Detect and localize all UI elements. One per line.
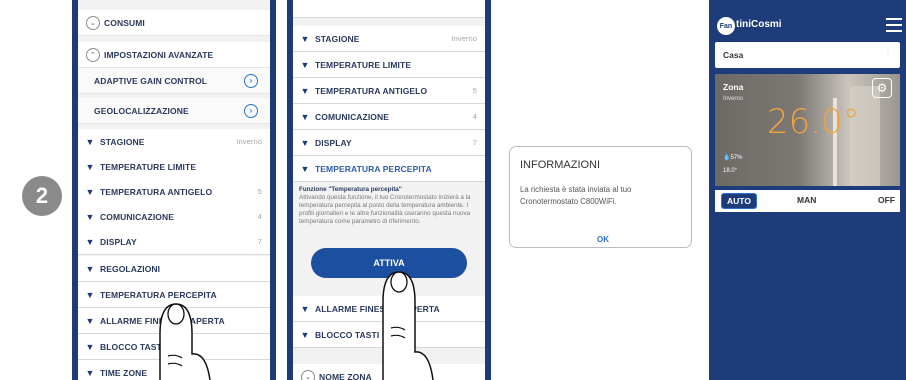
row-label: TEMPERATURA ANTIGELO	[315, 85, 428, 96]
mode-selector: AUTO MAN OFF	[715, 190, 900, 212]
row-temperatura-antigelo[interactable]: ▼ TEMPERATURA ANTIGELO 5	[293, 78, 485, 104]
tap-hand-icon	[382, 271, 434, 380]
row-value: 4	[472, 112, 477, 121]
row-value: 5	[257, 187, 262, 196]
zone-title: Zona	[723, 82, 744, 92]
description-title: Funzione "Temperatura percepita"	[299, 186, 402, 193]
row-value: 7	[472, 138, 477, 147]
chevron-down-icon: ▼	[300, 33, 310, 44]
row-label: COMUNICAZIONE	[315, 111, 390, 122]
home-selector[interactable]: Casa ⋮	[715, 42, 900, 68]
row-geolocalizzazione[interactable]: GEOLOCALIZZAZIONE ›	[78, 98, 270, 124]
humidity-readout: 💧57%	[723, 155, 743, 161]
gear-icon[interactable]: ⚙	[872, 78, 892, 98]
row-label: STAGIONE	[100, 136, 145, 147]
chevron-down-icon: ▼	[85, 367, 95, 378]
row-label: COMUNICAZIONE	[100, 211, 175, 222]
chevron-down-icon: ▼	[300, 85, 310, 96]
settings-screen-percepita: ▼ STAGIONE Inverno ▼ TEMPERATURE LIMITE …	[287, 0, 491, 380]
row-adaptive-gain-control[interactable]: ADAPTIVE GAIN CONTROL ›	[78, 68, 270, 94]
zone-card[interactable]: Zona Inverno ⚙ 26.0° 💧57% 18.0°	[715, 74, 900, 186]
row-comunicazione[interactable]: ▼ COMUNICAZIONE 4	[78, 204, 270, 230]
row-label: STAGIONE	[315, 33, 360, 44]
chevron-down-icon: ▼	[85, 136, 95, 147]
brand-logo: Fan	[717, 17, 735, 35]
home-selector-label: Casa	[723, 50, 744, 60]
row-label: CONSUMI	[104, 17, 145, 28]
chevron-right-icon[interactable]: ›	[244, 103, 258, 118]
chevron-down-icon: ▼	[85, 211, 95, 222]
description-body: Attivando questa funzione, il tuo Cronot…	[299, 194, 471, 225]
row-impostazioni-avanzate[interactable]: ⌃ IMPOSTAZIONI AVANZATE	[78, 42, 270, 68]
settings-screen-advanced: ⌄ CONSUMI ⌃ IMPOSTAZIONI AVANZATE ADAPTI…	[72, 0, 276, 380]
row-label: REGOLAZIONI	[100, 263, 161, 274]
temperature-readout: 26.0°	[767, 102, 860, 142]
feature-description: Funzione "Temperatura percepita" Attivan…	[299, 186, 479, 226]
tap-hand-icon	[159, 303, 211, 380]
mode-man-button[interactable]: MAN	[797, 195, 816, 205]
chevron-down-icon: ▼	[85, 341, 95, 352]
row-label: TEMPERATURA ANTIGELO	[100, 186, 213, 197]
home-screen: Fan tiniCosmi Casa ⋮ Zona Inverno ⚙ 26.0…	[709, 0, 906, 380]
chevron-down-icon: ▼	[85, 236, 95, 247]
info-dialog: INFORMAZIONI La richiesta è stata inviat…	[509, 146, 692, 248]
mode-auto-button[interactable]: AUTO	[721, 193, 757, 209]
hamburger-menu-icon[interactable]	[886, 18, 902, 32]
chevron-down-icon: ▼	[300, 137, 310, 148]
mode-off-button[interactable]: OFF	[878, 195, 895, 205]
row-value: Inverno	[236, 137, 262, 146]
chevron-down-icon: ▼	[85, 315, 95, 326]
row-label: TEMPERATURE LIMITE	[100, 161, 197, 172]
row-label: TEMPERATURE LIMITE	[315, 59, 412, 70]
chevron-down-icon: ▼	[300, 59, 310, 70]
app-header: Fan tiniCosmi	[709, 14, 906, 38]
row-label: DISPLAY	[100, 236, 137, 247]
row-temperatura-antigelo[interactable]: ▼ TEMPERATURA ANTIGELO 5	[78, 179, 270, 205]
chevron-down-icon: ▼	[300, 111, 310, 122]
zone-season: Inverno	[723, 96, 744, 102]
row-partial-top	[293, 0, 485, 18]
chevron-down-icon: ▼	[85, 263, 95, 274]
step-number-badge: 2	[22, 176, 62, 216]
ok-button[interactable]: OK	[597, 235, 609, 244]
chevron-down-icon: ▼	[300, 329, 310, 340]
row-temperature-limite[interactable]: ▼ TEMPERATURE LIMITE	[293, 52, 485, 78]
row-value: Inverno	[451, 34, 477, 43]
chevron-down-icon: ⌄	[301, 369, 315, 380]
row-label: TEMPERATURA PERCEPITA	[315, 163, 432, 174]
row-value: 7	[257, 237, 262, 246]
row-display[interactable]: ▼ DISPLAY 7	[78, 229, 270, 255]
row-stagione[interactable]: ▼ STAGIONE Inverno	[293, 26, 485, 52]
brand-name: tiniCosmi	[736, 19, 782, 30]
row-value: 4	[257, 212, 262, 221]
row-value: 5	[472, 86, 477, 95]
chevron-down-icon: ⌄	[86, 15, 100, 30]
chevron-down-icon: ▼	[85, 186, 95, 197]
row-label: GEOLOCALIZZAZIONE	[94, 105, 189, 116]
row-label: ADAPTIVE GAIN CONTROL	[94, 75, 208, 86]
dialog-message: La richiesta è stata inviata al tuo Cron…	[520, 185, 632, 206]
row-stagione[interactable]: ▼ STAGIONE Inverno	[78, 129, 270, 155]
row-label: IMPOSTAZIONI AVANZATE	[104, 49, 214, 60]
chevron-right-icon[interactable]: ›	[244, 73, 258, 88]
chevron-down-icon: ▼	[85, 161, 95, 172]
chevron-down-icon: ▼	[300, 303, 310, 314]
row-display[interactable]: ▼ DISPLAY 7	[293, 130, 485, 156]
row-temperatura-percepita-open[interactable]: ▼ TEMPERATURA PERCEPITA	[293, 156, 485, 182]
row-regolazioni[interactable]: ▼ REGOLAZIONI	[78, 256, 270, 282]
row-consumi[interactable]: ⌄ CONSUMI	[78, 10, 270, 36]
chevron-down-icon: ▼	[85, 289, 95, 300]
dialog-title: INFORMAZIONI	[520, 159, 601, 171]
more-options-icon[interactable]: ⋮	[884, 49, 892, 58]
secondary-temperature: 18.0°	[723, 168, 738, 174]
chevron-up-icon: ⌃	[86, 47, 100, 62]
row-temperature-limite[interactable]: ▼ TEMPERATURE LIMITE	[78, 154, 270, 180]
row-comunicazione[interactable]: ▼ COMUNICAZIONE 4	[293, 104, 485, 130]
row-label: DISPLAY	[315, 137, 352, 148]
chevron-down-icon: ▼	[300, 163, 310, 174]
